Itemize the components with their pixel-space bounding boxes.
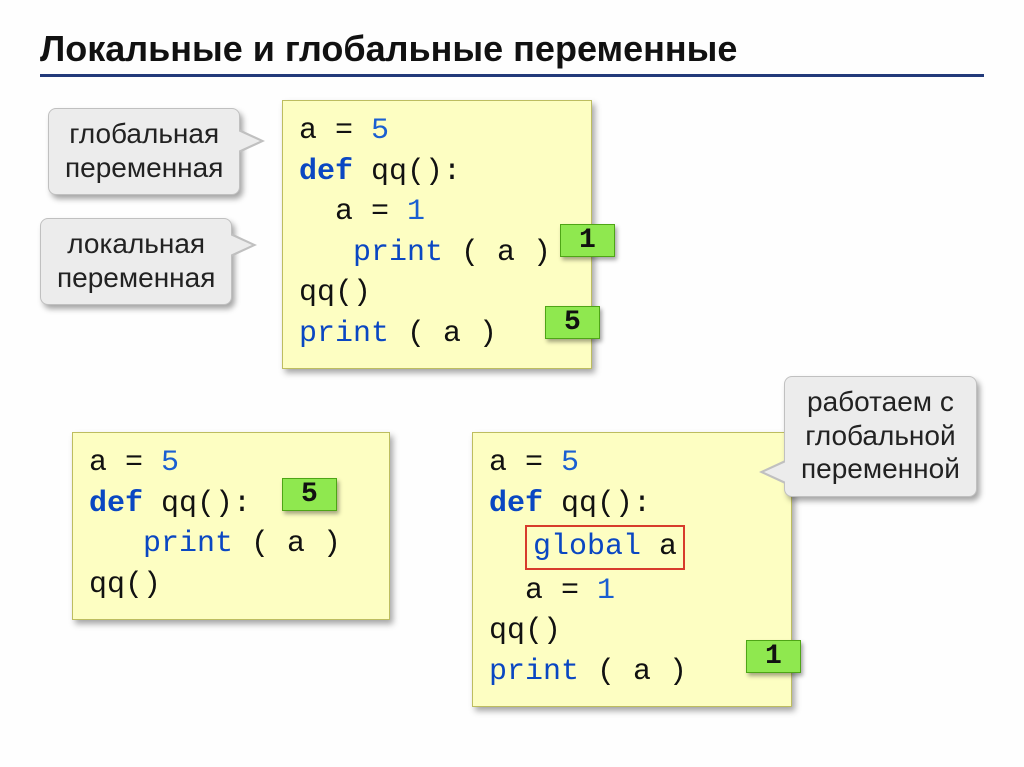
code-box-right: a = 5 def qq(): global a a = 1 qq() prin… (472, 432, 792, 707)
callout-line: глобальная (65, 117, 223, 151)
code-line: print ( a ) (299, 314, 575, 355)
callout-line: глобальной (801, 419, 960, 453)
output-badge: 1 (560, 224, 615, 257)
code-line: qq() (299, 273, 575, 314)
callout-global-var: глобальная переменная (48, 108, 240, 195)
title-underline (40, 74, 984, 77)
code-line: qq() (489, 611, 775, 652)
callout-line: переменной (801, 452, 960, 486)
code-box-left: a = 5 def qq(): print ( a ) qq() (72, 432, 390, 620)
output-badge: 5 (545, 306, 600, 339)
code-line: global a (489, 524, 775, 571)
callout-work-global: работаем с глобальной переменной (784, 376, 977, 497)
code-line: a = 1 (489, 571, 775, 612)
code-line: def qq(): (299, 152, 575, 193)
callout-line: переменная (57, 261, 215, 295)
code-line: print ( a ) (489, 652, 775, 693)
code-line: print ( a ) (89, 524, 373, 565)
code-line: print ( a ) (299, 233, 575, 274)
callout-local-var: локальная переменная (40, 218, 232, 305)
slide: Локальные и глобальные переменные глобал… (0, 0, 1024, 767)
callout-line: работаем с (801, 385, 960, 419)
code-line: a = 5 (489, 443, 775, 484)
callout-line: переменная (65, 151, 223, 185)
code-line: a = 1 (299, 192, 575, 233)
output-badge: 1 (746, 640, 801, 673)
code-line: a = 5 (299, 111, 575, 152)
page-title: Локальные и глобальные переменные (40, 28, 984, 70)
callout-pointer-fill (764, 462, 786, 482)
callout-pointer-fill (238, 131, 260, 151)
code-line: def qq(): (489, 484, 775, 525)
callout-line: локальная (57, 227, 215, 261)
callout-pointer-fill (230, 235, 252, 255)
code-line: qq() (89, 565, 373, 606)
output-badge: 5 (282, 478, 337, 511)
